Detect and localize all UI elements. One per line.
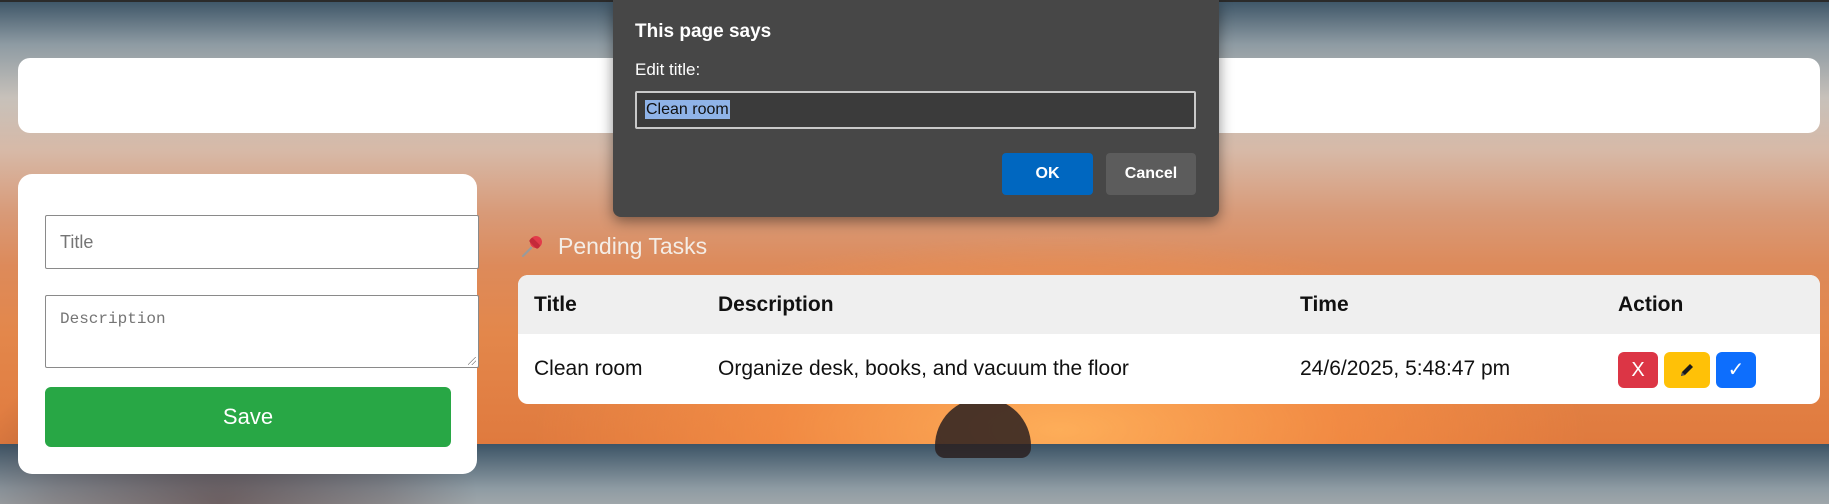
column-header-action: Action [1618,293,1684,316]
title-input[interactable]: Title [45,215,479,269]
pencil-icon [1681,364,1693,376]
dialog-title-input[interactable]: Clean room [635,91,1196,129]
dialog-heading: This page says [635,21,772,42]
resize-grip-icon[interactable] [468,357,476,365]
task-title-cell: Clean room [534,357,643,380]
save-button[interactable]: Save [45,387,451,447]
pending-tasks-heading: Pending Tasks [520,230,707,262]
column-header-description: Description [718,293,834,316]
dialog-input-value: Clean room [645,100,730,119]
cancel-button[interactable]: Cancel [1106,153,1196,195]
edit-button[interactable] [1664,352,1710,388]
description-placeholder: Description [60,310,166,328]
column-header-title: Title [534,293,577,316]
task-time-cell: 24/6/2025, 5:48:47 pm [1300,357,1511,380]
pushpin-icon [521,236,542,258]
dialog-message: Edit title: [635,60,701,79]
description-textarea[interactable]: Description [45,295,479,368]
pending-tasks-table: Title Description Time Action Clean room… [518,275,1820,404]
edit-title-dialog: This page says Edit title: Clean room OK… [613,0,1219,217]
task-form: Title Description Save [18,174,479,474]
task-description-cell: Organize desk, books, and vacuum the flo… [718,357,1129,380]
ok-button[interactable]: OK [1002,153,1093,195]
complete-button[interactable]: ✓ [1716,352,1756,388]
delete-button[interactable]: X [1618,352,1658,388]
section-title: Pending Tasks [558,232,708,259]
background-silhouette [935,398,1031,458]
column-header-time: Time [1300,293,1349,316]
